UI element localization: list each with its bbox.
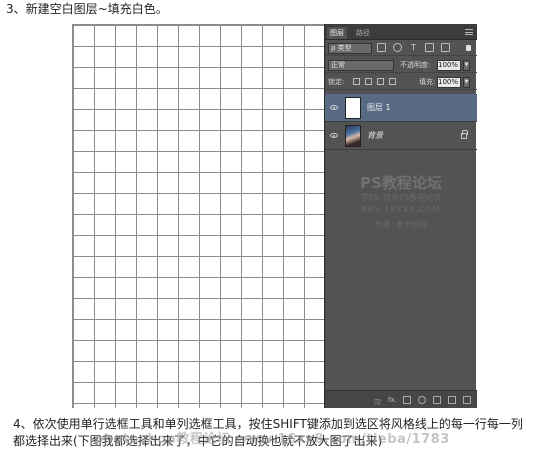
type-filter-icon[interactable]: T — [409, 43, 418, 52]
fill-dropdown-icon[interactable]: ▼ — [463, 77, 470, 88]
watermark-title: PS教程论坛 — [360, 174, 442, 192]
opacity-label: 不透明度: — [400, 61, 431, 69]
smart-object-filter-icon[interactable] — [441, 43, 450, 52]
panel-tab-bar: 图层 路径 — [325, 24, 477, 40]
lock-icon — [461, 130, 468, 139]
layers-panel: 图层 路径 ρ 类型 T 正常 不透明度: 100% ▼ 锁定: 填充: 100… — [324, 24, 477, 408]
layer-thumbnail — [345, 97, 361, 119]
layer-thumbnail — [345, 125, 361, 147]
layer-name: 背景 — [367, 131, 383, 140]
layer-filter-select[interactable]: ρ 类型 — [328, 43, 372, 54]
group-icon[interactable] — [433, 395, 441, 404]
opacity-dropdown-icon[interactable]: ▼ — [463, 60, 470, 71]
new-layer-icon[interactable] — [448, 395, 456, 404]
layer-row-layer1[interactable]: 图层 1 — [325, 94, 477, 122]
lock-transparency-icon[interactable] — [353, 78, 360, 85]
mask-icon[interactable] — [403, 395, 411, 404]
step-three-text: 3、新建空白图层~填充白色。 — [6, 2, 168, 16]
overlay-watermark: photoshop教程论坛 www.16xx8.com/tieba/1783 — [94, 432, 450, 447]
filter-row: ρ 类型 T — [325, 40, 477, 56]
filter-toggle[interactable] — [466, 45, 471, 51]
watermark-line4: 作者: #卡乐筠 — [375, 220, 427, 229]
opacity-field[interactable]: 100% — [437, 60, 461, 71]
fill-label: 填充: — [419, 78, 436, 86]
layer-row-background[interactable]: 背景 — [325, 122, 477, 150]
lock-row: 锁定: 填充: 100% ▼ — [325, 74, 477, 90]
trash-icon[interactable] — [463, 395, 471, 404]
visibility-eye-icon[interactable] — [330, 105, 338, 110]
adjustment-filter-icon[interactable] — [393, 43, 402, 52]
grid-canvas[interactable] — [72, 24, 324, 408]
watermark-line2: 学PS, 就到PS教程论坛 — [360, 193, 442, 202]
fx-icon[interactable]: fx. — [388, 396, 397, 404]
visibility-eye-icon[interactable] — [330, 133, 338, 138]
blend-mode-select[interactable]: 正常 — [328, 60, 394, 71]
blend-row: 正常 不透明度: 100% ▼ — [325, 57, 477, 73]
layer-name: 图层 1 — [367, 103, 391, 112]
lock-pixels-icon[interactable] — [365, 78, 372, 85]
pixel-filter-icon[interactable] — [377, 43, 386, 52]
lock-position-icon[interactable] — [377, 78, 384, 85]
panel-menu-icon[interactable] — [465, 29, 473, 35]
fill-field[interactable]: 100% — [437, 77, 461, 88]
tab-layers[interactable]: 图层 — [327, 27, 347, 39]
link-icon[interactable]: ဣ — [373, 396, 381, 404]
lock-label: 锁定: — [328, 78, 345, 86]
adjustment-icon[interactable] — [418, 395, 426, 404]
tab-paths[interactable]: 路径 — [353, 27, 373, 39]
panel-bottom-bar: ဣ fx. — [325, 390, 477, 408]
shape-filter-icon[interactable] — [425, 43, 434, 52]
lock-all-icon[interactable] — [389, 78, 396, 85]
watermark-line3: BBS.16XX8.COM — [361, 205, 441, 214]
